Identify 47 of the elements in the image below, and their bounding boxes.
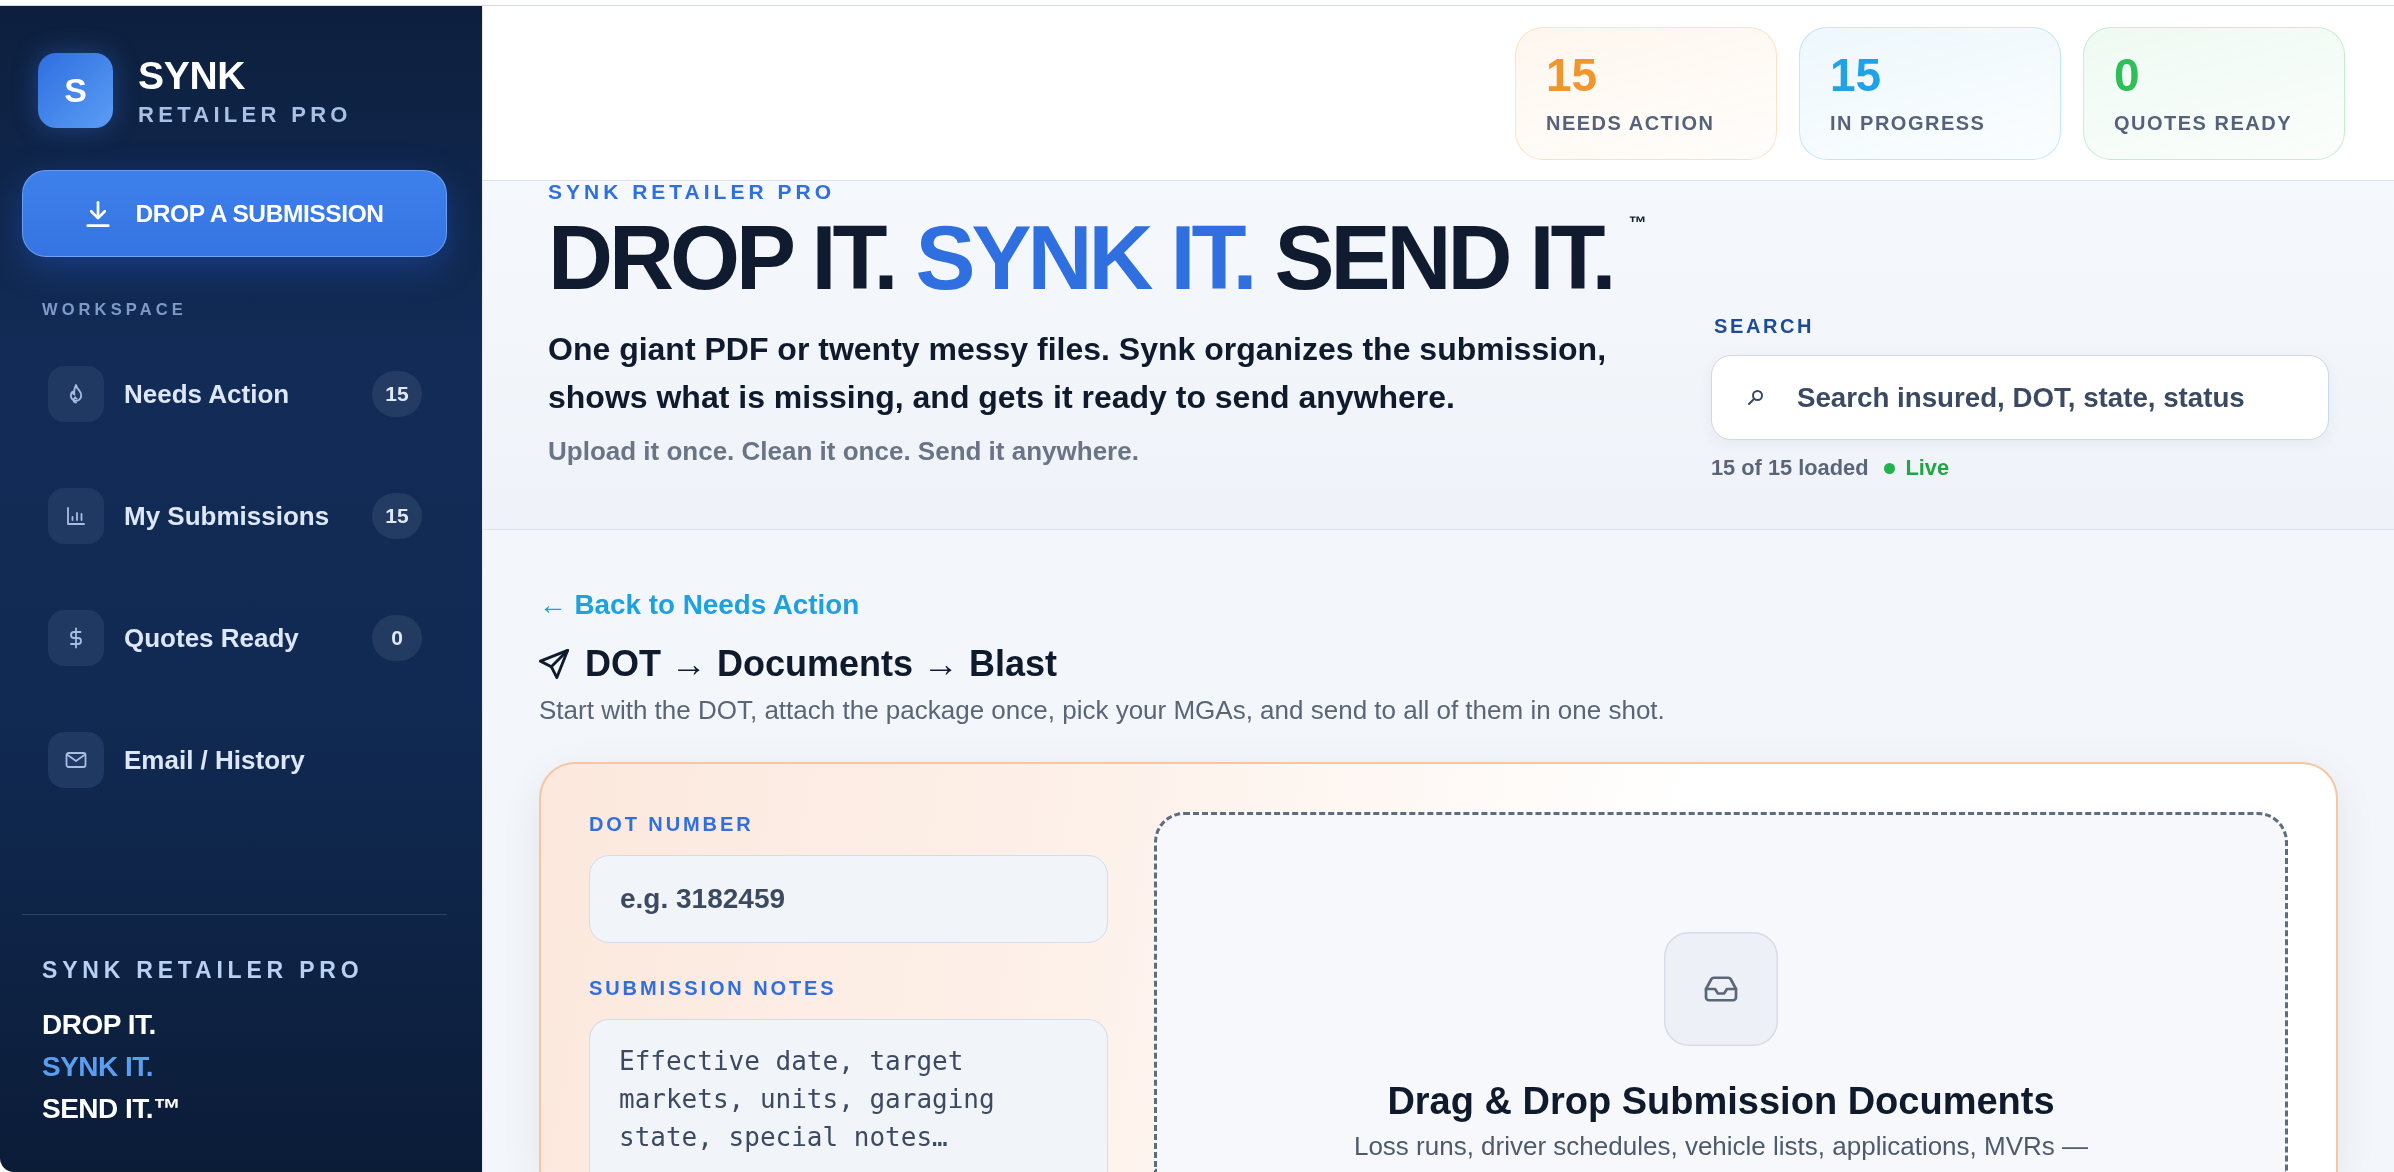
nav-item[interactable]: My Submissions 15 bbox=[22, 455, 447, 577]
flame-icon bbox=[48, 366, 104, 422]
tagline-text: SYNK IT. bbox=[42, 1050, 155, 1084]
section-label: WORKSPACE bbox=[42, 299, 188, 319]
drop-zone[interactable]: Drag & Drop Submission Documents Loss runs, driver schedules, vehicle lists, applications, MVRs — bbox=[1154, 812, 2288, 1172]
logo-tile: S bbox=[38, 53, 113, 128]
tagline-text: DROP IT. bbox=[42, 1008, 157, 1042]
nav-item[interactable]: Email / History bbox=[22, 699, 447, 821]
paper-plane-icon bbox=[539, 649, 569, 679]
mail-icon bbox=[48, 732, 104, 788]
dropzone-hint: Loss runs, driver schedules, vehicle lists, applications, MVRs — bbox=[1353, 1131, 2089, 1161]
hero-description: One giant PDF or twenty messy files. Synk organizes the submission, shows what is missing, and gets it ready to send anywhere. bbox=[548, 330, 1608, 417]
bar-chart-icon bbox=[48, 488, 104, 544]
nav-item[interactable]: Needs Action 15 bbox=[22, 333, 447, 455]
live-label: Live bbox=[1905, 456, 1950, 480]
brand-subtitle: RETAILER PRO bbox=[138, 103, 352, 126]
download-icon bbox=[85, 200, 112, 227]
stat-value: 15 bbox=[1830, 51, 1883, 98]
brand-name: SYNK bbox=[138, 55, 247, 95]
count-badge: 15 bbox=[372, 371, 422, 417]
search-label: SEARCH bbox=[1714, 314, 1816, 338]
eyebrow-text: SYNK RETAILER PRO bbox=[548, 181, 836, 203]
notes-field[interactable]: Effective date, target markets, units, garaging state, special notes… bbox=[589, 1019, 1108, 1172]
dollar-icon bbox=[48, 610, 104, 666]
stat-label: QUOTES READY bbox=[2114, 112, 2294, 133]
stat-label: IN PROGRESS bbox=[1830, 112, 1987, 133]
dot-number-field[interactable]: e.g. 3182459 bbox=[589, 855, 1108, 943]
hero-tagline: Upload it once. Clean it once. Send it anywhere. bbox=[548, 435, 1140, 467]
stat-label: NEEDS ACTION bbox=[1546, 112, 1716, 133]
inbox-tray-icon bbox=[1664, 932, 1778, 1046]
search-icon bbox=[1747, 389, 1764, 406]
stat-value: 15 bbox=[1546, 51, 1599, 98]
search-field[interactable]: Search insured, DOT, state, status bbox=[1711, 355, 2329, 440]
drop-submission-button[interactable]: DROP A SUBMISSION bbox=[22, 170, 447, 257]
footer-title: SYNK RETAILER PRO bbox=[42, 956, 365, 984]
load-status: 15 of 15 loaded bbox=[1711, 456, 1869, 480]
hero-headline: DROP IT. SYNK IT. SEND IT. $^{™}$ bbox=[548, 213, 1647, 303]
field-label: DOT NUMBER bbox=[589, 812, 755, 836]
field-label: SUBMISSION NOTES bbox=[589, 976, 838, 1000]
section-title: DOT → Documents → Blast bbox=[585, 642, 1058, 686]
count-badge: 15 bbox=[372, 493, 422, 539]
nav-item[interactable]: Quotes Ready 0 bbox=[22, 577, 447, 699]
count-badge: 0 bbox=[372, 615, 422, 661]
stat-value: 0 bbox=[2114, 51, 2141, 98]
section-description: Start with the DOT, attach the package once, pick your MGAs, and send to all of them in one shot. bbox=[539, 694, 1666, 726]
dropzone-title: Drag & Drop Submission Documents bbox=[1387, 1079, 2055, 1124]
tagline-text: SEND IT.™ bbox=[42, 1092, 182, 1126]
